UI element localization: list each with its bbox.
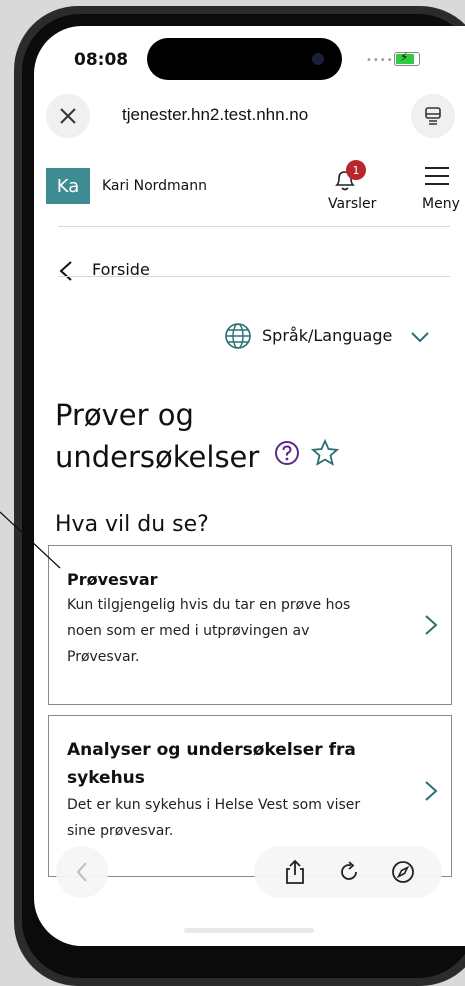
- share-icon[interactable]: [282, 859, 308, 885]
- chevron-left-icon: [59, 261, 72, 281]
- app-header: Ka Kari Nordmann 1 Varsler Meny: [44, 156, 465, 218]
- menu-icon[interactable]: [424, 166, 450, 186]
- card-title: Analyser og undersøkelser fra sykehus: [67, 736, 356, 792]
- page-settings-icon: [425, 107, 441, 125]
- chevron-down-icon: [411, 332, 429, 343]
- card-title-line: sykehus: [67, 768, 145, 788]
- menu-label[interactable]: Meny: [422, 196, 460, 212]
- card-description: Kun tilgjengelig hvis du tar en prøve ho…: [67, 592, 350, 670]
- card-description: Det er kun sykehus i Helse Vest som vise…: [67, 792, 360, 844]
- section-heading: Hva vil du se?: [55, 512, 209, 537]
- page-title: Prøver og undersøkelser: [55, 394, 435, 478]
- card-description-line: Prøvesvar.: [67, 649, 140, 665]
- compass-icon[interactable]: [390, 859, 416, 885]
- breadcrumb-divider: [58, 276, 450, 277]
- close-icon: [60, 108, 76, 124]
- back-button[interactable]: [56, 846, 108, 898]
- reload-icon[interactable]: [336, 859, 362, 885]
- help-icon[interactable]: [274, 440, 300, 466]
- screen: 08:08 •••• ⚡ tjenester.hn2.test.nhn.no K…: [34, 26, 465, 946]
- card-description-line: Kun tilgjengelig hvis du tar en prøve ho…: [67, 597, 351, 613]
- dynamic-island: [147, 38, 342, 80]
- card-title: Prøvesvar: [67, 570, 158, 589]
- status-time: 08:08: [74, 50, 129, 70]
- page-title-line-1: Prøver og: [55, 398, 194, 432]
- star-icon[interactable]: [310, 438, 340, 468]
- charging-icon: ⚡: [400, 50, 409, 64]
- header-divider: [58, 226, 450, 227]
- browser-toolbar: [34, 846, 465, 906]
- avatar[interactable]: Ka: [46, 168, 90, 204]
- card-title-line: Analyser og undersøkelser fra: [67, 740, 356, 760]
- chevron-right-icon: [425, 781, 438, 801]
- card-provesvar[interactable]: Prøvesvar Kun tilgjengelig hvis du tar e…: [48, 545, 452, 705]
- close-tab-button[interactable]: [46, 94, 90, 138]
- card-description-line: sine prøvesvar.: [67, 823, 174, 839]
- globe-icon: [225, 323, 251, 349]
- notification-badge: 1: [346, 160, 366, 180]
- chevron-left-icon: [76, 862, 87, 882]
- card-description-line: Det er kun sykehus i Helse Vest som vise…: [67, 797, 361, 813]
- card-description-line: noen som er med i utprøvingen av: [67, 623, 310, 639]
- chevron-right-icon: [425, 615, 438, 635]
- browser-address-bar: tjenester.hn2.test.nhn.no: [46, 92, 455, 140]
- battery-icon: ⚡: [394, 50, 420, 66]
- user-name[interactable]: Kari Nordmann: [102, 178, 207, 194]
- url-text[interactable]: tjenester.hn2.test.nhn.no: [122, 105, 308, 125]
- page-title-line-2: undersøkelser: [55, 440, 260, 474]
- signal-icon: ••••: [366, 55, 394, 66]
- page-settings-button[interactable]: [411, 94, 455, 138]
- language-label[interactable]: Språk/Language: [262, 326, 392, 345]
- notifications-label[interactable]: Varsler: [328, 196, 376, 212]
- camera-icon: [312, 53, 324, 65]
- home-indicator: [184, 928, 314, 933]
- toolbar-actions: [254, 846, 442, 898]
